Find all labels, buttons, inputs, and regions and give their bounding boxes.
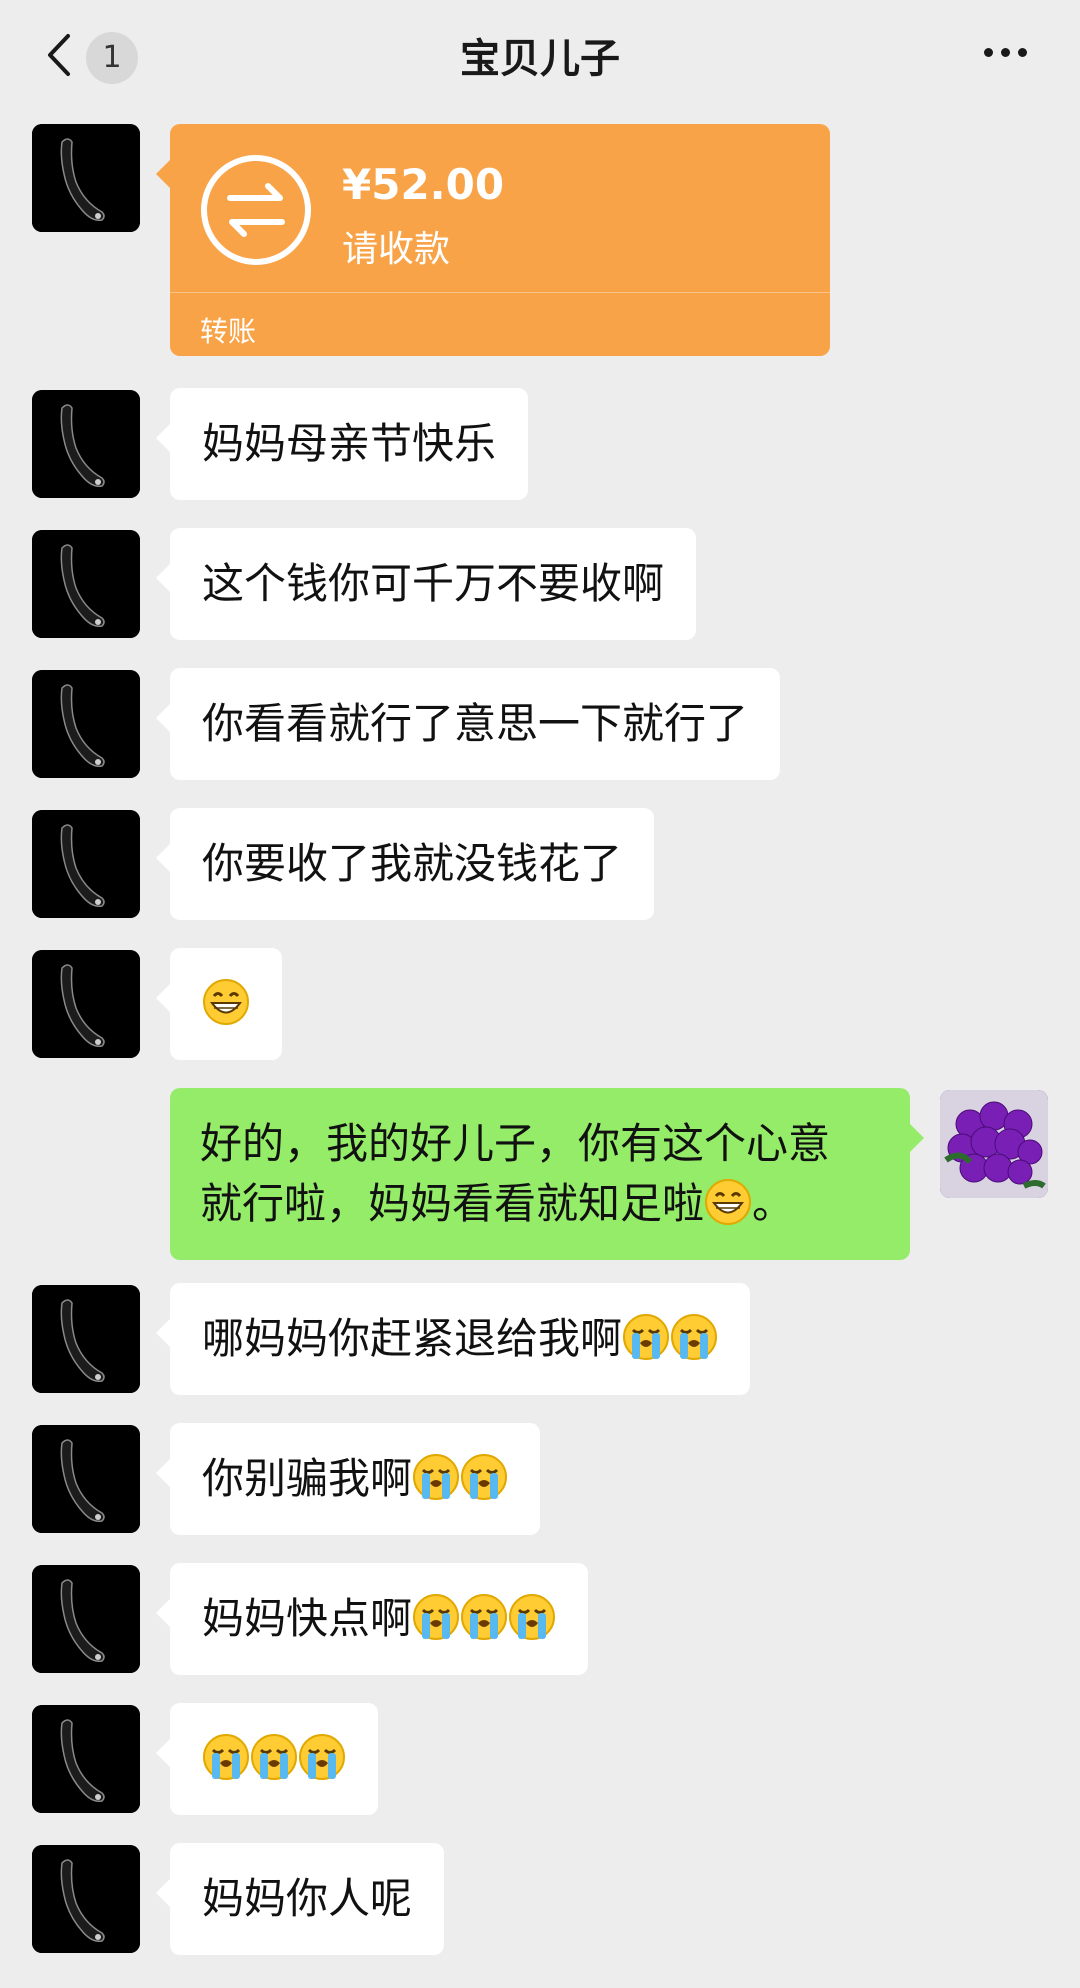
- message-bubble[interactable]: 妈妈母亲节快乐: [155, 388, 529, 500]
- avatar[interactable]: [32, 1425, 140, 1533]
- chat-title: 宝贝儿子: [460, 36, 620, 82]
- avatar[interactable]: [32, 810, 140, 918]
- transfer-status: 请收款: [342, 229, 451, 270]
- message-text: 哪妈妈你赶紧退给我啊: [202, 1314, 623, 1363]
- message-text: 妈妈快点啊: [202, 1594, 413, 1643]
- message-text: 妈妈母亲节快乐: [202, 419, 497, 468]
- message-text: 你看看就行了意思一下就行了: [202, 699, 749, 748]
- message-text: 妈妈你人呢: [202, 1874, 413, 1923]
- transfer-card[interactable]: ¥52.00 请收款 转账: [156, 124, 830, 356]
- crying-emoji: [508, 1593, 556, 1641]
- crying-emoji: [622, 1313, 670, 1361]
- crying-emoji: [460, 1593, 508, 1641]
- message-bubble[interactable]: 妈妈快点啊: [155, 1563, 589, 1675]
- divider: [170, 292, 830, 293]
- crying-emoji: [202, 1733, 250, 1781]
- message-bubble[interactable]: [156, 1703, 378, 1815]
- crying-emoji: [250, 1733, 298, 1781]
- transfer-amount: ¥52.00: [342, 160, 505, 209]
- message-bubble-outgoing[interactable]: 好的，我的好儿子，你有这个心意 就行啦，妈妈看看就知足啦。: [170, 1088, 924, 1260]
- message-bubble[interactable]: 妈妈你人呢: [155, 1843, 445, 1955]
- avatar[interactable]: [32, 950, 140, 1058]
- crying-emoji: [670, 1313, 718, 1361]
- avatar[interactable]: [32, 1565, 140, 1673]
- message-bubble[interactable]: 你要收了我就没钱花了: [155, 808, 655, 920]
- avatar[interactable]: [940, 1090, 1048, 1198]
- grin-emoji: [202, 978, 250, 1026]
- message-text-line2: 就行啦，妈妈看看就知足啦: [200, 1179, 705, 1228]
- avatar[interactable]: [32, 1845, 140, 1953]
- message-bubble[interactable]: 这个钱你可千万不要收啊: [155, 528, 697, 640]
- message-text: 你要收了我就没钱花了: [202, 839, 623, 888]
- avatar[interactable]: [32, 670, 140, 778]
- avatar[interactable]: [32, 530, 140, 638]
- avatar[interactable]: [32, 1285, 140, 1393]
- message-text-end: 。: [752, 1179, 795, 1228]
- avatar[interactable]: [32, 124, 140, 232]
- crying-emoji: [412, 1453, 460, 1501]
- message-text-line1: 好的，我的好儿子，你有这个心意: [200, 1119, 831, 1168]
- crying-emoji: [298, 1733, 346, 1781]
- top-bar: 1 宝贝儿子: [0, 0, 1080, 112]
- transfer-label: 转账: [200, 315, 257, 348]
- avatar[interactable]: [32, 390, 140, 498]
- message-bubble[interactable]: 你看看就行了意思一下就行了: [155, 668, 781, 780]
- more-horizontal-icon[interactable]: [980, 28, 1040, 78]
- crying-emoji: [412, 1593, 460, 1641]
- transfer-arrows-icon: [201, 155, 311, 265]
- message-bubble[interactable]: 哪妈妈你赶紧退给我啊: [155, 1283, 751, 1395]
- flower-bouquet-icon: [940, 1090, 1048, 1198]
- message-text: 这个钱你可千万不要收啊: [202, 559, 665, 608]
- avatar[interactable]: [32, 1705, 140, 1813]
- grin-emoji: [704, 1178, 752, 1226]
- crying-emoji: [460, 1453, 508, 1501]
- message-text: 你别骗我啊: [202, 1454, 413, 1503]
- message-bubble[interactable]: 你别骗我啊: [155, 1423, 541, 1535]
- message-bubble[interactable]: [156, 948, 282, 1060]
